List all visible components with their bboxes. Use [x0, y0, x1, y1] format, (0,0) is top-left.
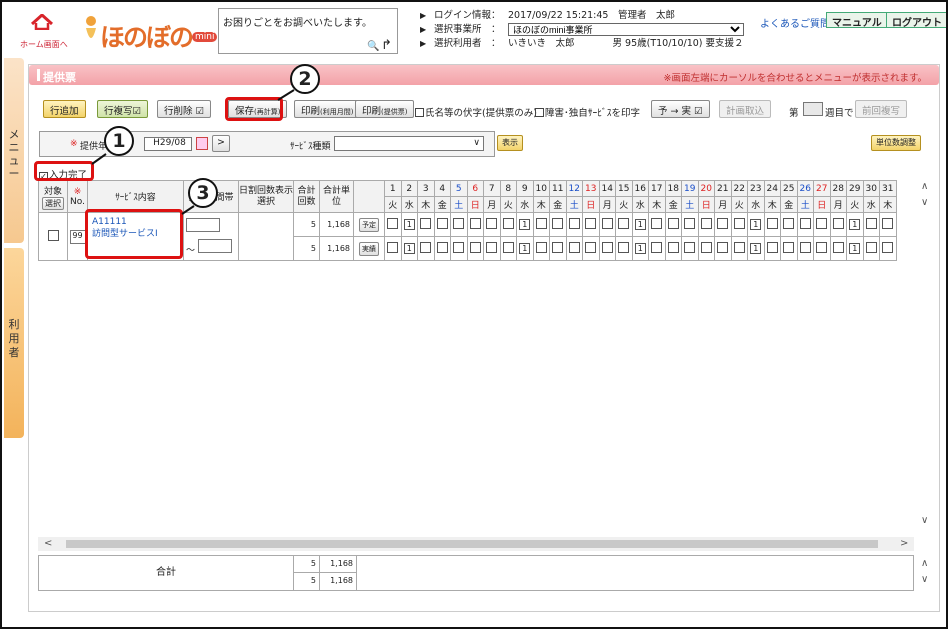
callout-1: 1 — [104, 126, 134, 156]
callout-pointers — [91, 89, 295, 215]
callout-3: 3 — [188, 178, 218, 208]
callout-2: 2 — [290, 64, 320, 94]
app-window: ホーム画面へ ほのぼの mini お困りごとをお調べいたします。 🔍 ↱ ▶ ログ… — [0, 0, 948, 629]
